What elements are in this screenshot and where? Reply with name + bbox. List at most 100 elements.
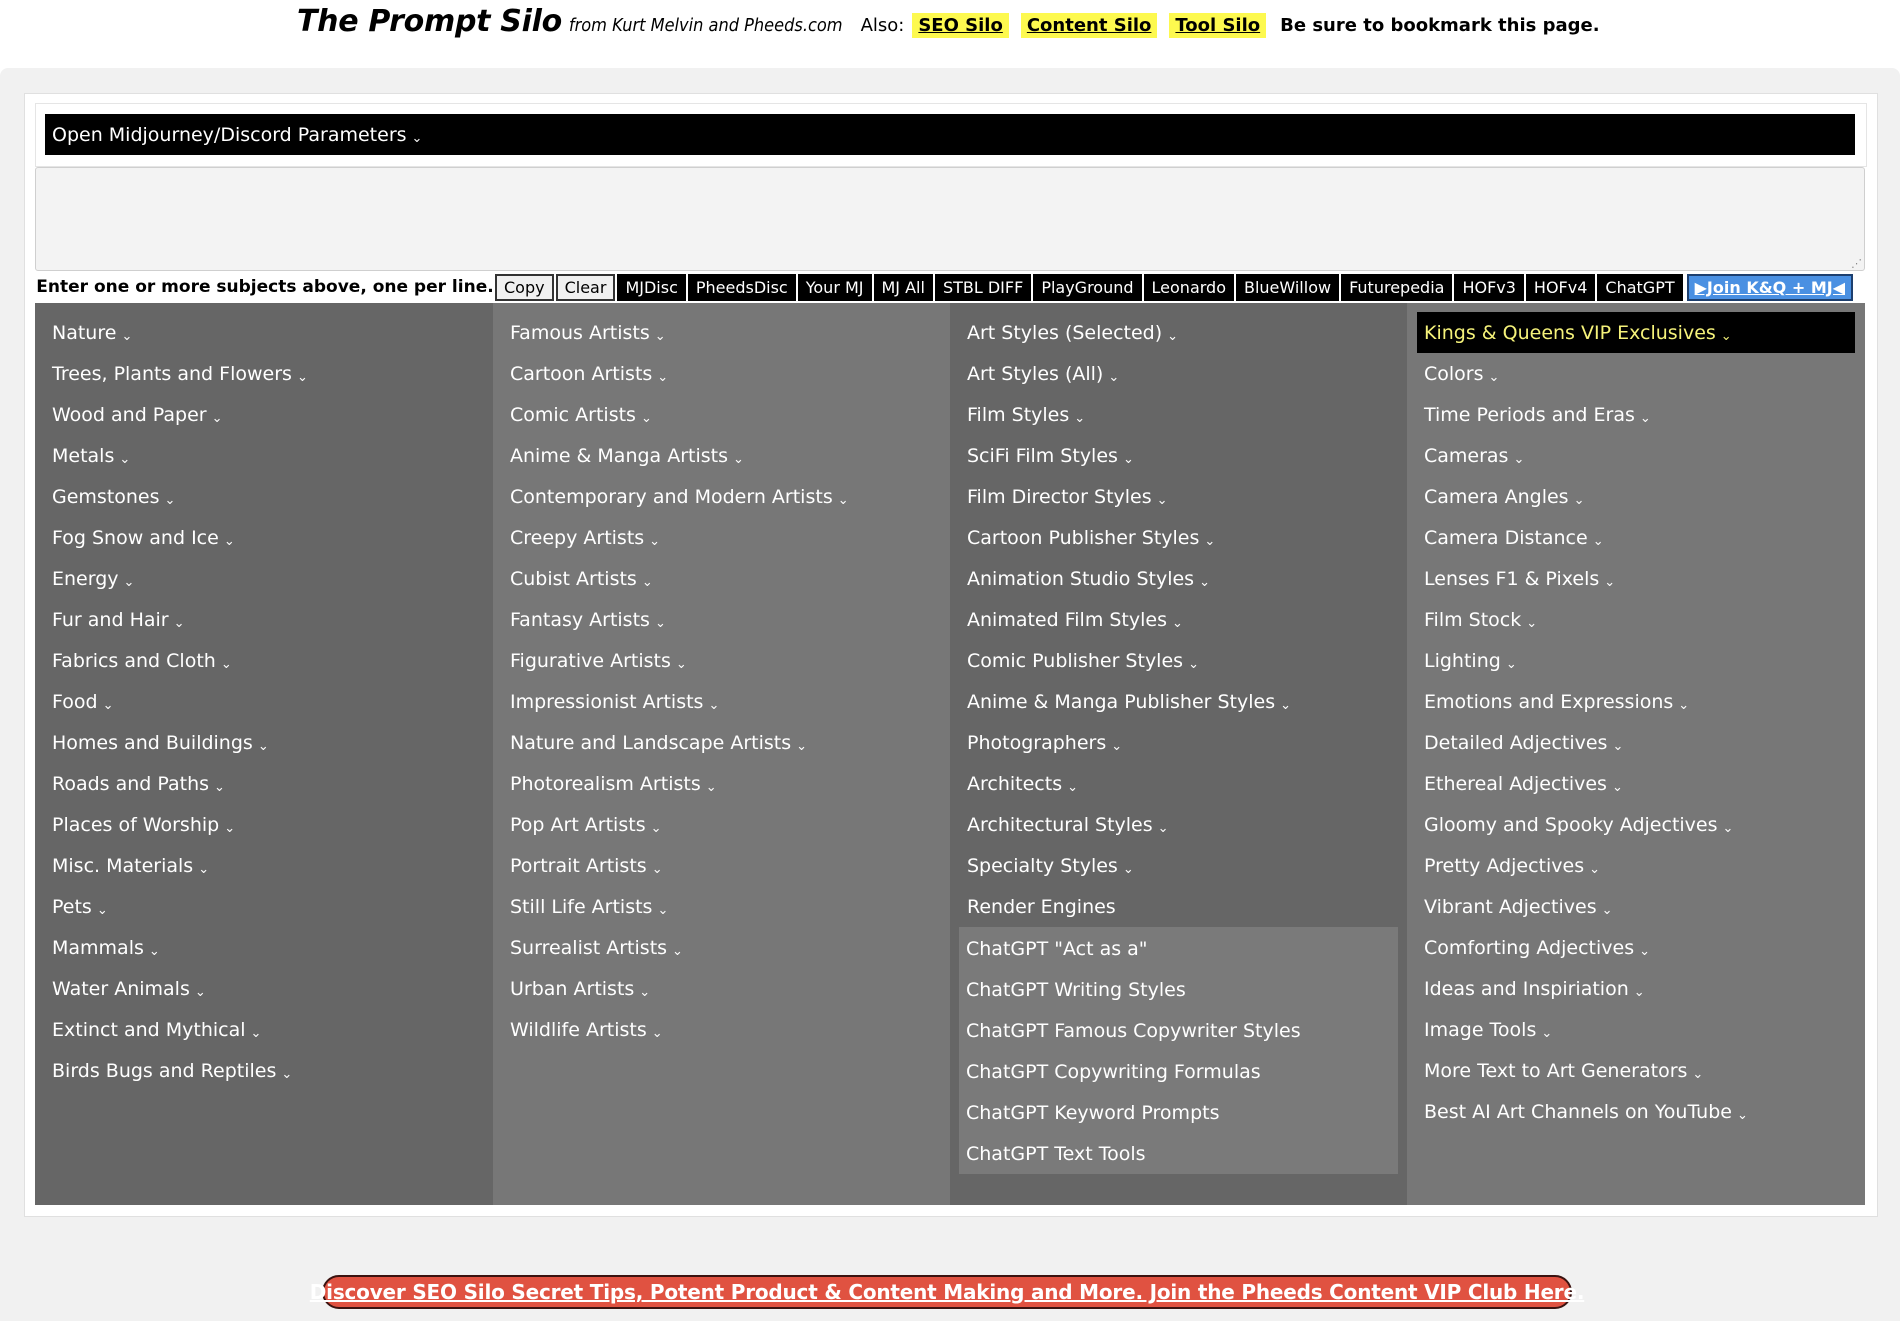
menu-item-creepy-artists[interactable]: Creepy Artists ⌄ <box>493 517 950 558</box>
menu-item-chatgpt-act-as-a[interactable]: ChatGPT "Act as a" <box>959 928 1398 969</box>
menu-item-energy[interactable]: Energy ⌄ <box>35 558 493 599</box>
menu-item-nature[interactable]: Nature ⌄ <box>35 312 493 353</box>
menu-item-cartoon-publisher-styles[interactable]: Cartoon Publisher Styles ⌄ <box>950 517 1407 558</box>
menu-item-wood-and-paper[interactable]: Wood and Paper ⌄ <box>35 394 493 435</box>
link-pheedsdisc[interactable]: PheedsDisc <box>686 272 797 302</box>
menu-item-animated-film-styles[interactable]: Animated Film Styles ⌄ <box>950 599 1407 640</box>
menu-item-chatgpt-text-tools[interactable]: ChatGPT Text Tools <box>959 1133 1398 1174</box>
menu-item-impressionist-artists[interactable]: Impressionist Artists ⌄ <box>493 681 950 722</box>
menu-item-surrealist-artists[interactable]: Surrealist Artists ⌄ <box>493 927 950 968</box>
content-silo-link[interactable]: Content Silo <box>1020 13 1158 38</box>
menu-item-time-periods-and-eras[interactable]: Time Periods and Eras ⌄ <box>1407 394 1865 435</box>
link-bluewillow[interactable]: BlueWillow <box>1234 272 1341 302</box>
menu-item-specialty-styles[interactable]: Specialty Styles ⌄ <box>950 845 1407 886</box>
menu-item-film-director-styles[interactable]: Film Director Styles ⌄ <box>950 476 1407 517</box>
menu-item-best-ai-art-channels-on-youtube[interactable]: Best AI Art Channels on YouTube ⌄ <box>1407 1091 1865 1132</box>
link-hofv4[interactable]: HOFv4 <box>1524 272 1597 302</box>
menu-item-anime-manga-artists[interactable]: Anime & Manga Artists ⌄ <box>493 435 950 476</box>
link-playground[interactable]: PlayGround <box>1032 272 1143 302</box>
menu-item-extinct-and-mythical[interactable]: Extinct and Mythical ⌄ <box>35 1009 493 1050</box>
menu-item-photorealism-artists[interactable]: Photorealism Artists ⌄ <box>493 763 950 804</box>
link-hofv3[interactable]: HOFv3 <box>1453 272 1525 302</box>
menu-item-urban-artists[interactable]: Urban Artists ⌄ <box>493 968 950 1009</box>
menu-item-image-tools[interactable]: Image Tools ⌄ <box>1407 1009 1865 1050</box>
link-chatgpt[interactable]: ChatGPT <box>1596 272 1684 302</box>
link-your-mj[interactable]: Your MJ <box>796 272 873 302</box>
vip-club-promo-banner[interactable]: Discover SEO Silo Secret Tips, Potent Pr… <box>310 1275 1584 1309</box>
menu-item-scifi-film-styles[interactable]: SciFi Film Styles ⌄ <box>950 435 1407 476</box>
menu-item-famous-artists[interactable]: Famous Artists ⌄ <box>493 312 950 353</box>
menu-item-film-styles[interactable]: Film Styles ⌄ <box>950 394 1407 435</box>
menu-item-contemporary-and-modern-artists[interactable]: Contemporary and Modern Artists ⌄ <box>493 476 950 517</box>
menu-item-cartoon-artists[interactable]: Cartoon Artists ⌄ <box>493 353 950 394</box>
menu-item-ethereal-adjectives[interactable]: Ethereal Adjectives ⌄ <box>1407 763 1865 804</box>
menu-item-pop-art-artists[interactable]: Pop Art Artists ⌄ <box>493 804 950 845</box>
menu-item-architects[interactable]: Architects ⌄ <box>950 763 1407 804</box>
menu-item-wildlife-artists[interactable]: Wildlife Artists ⌄ <box>493 1009 950 1050</box>
link-leonardo[interactable]: Leonardo <box>1142 272 1235 302</box>
menu-item-roads-and-paths[interactable]: Roads and Paths ⌄ <box>35 763 493 804</box>
menu-item-render-engines[interactable]: Render Engines <box>950 886 1407 927</box>
menu-item-portrait-artists[interactable]: Portrait Artists ⌄ <box>493 845 950 886</box>
menu-item-chatgpt-keyword-prompts[interactable]: ChatGPT Keyword Prompts <box>959 1092 1398 1133</box>
menu-item-pets[interactable]: Pets ⌄ <box>35 886 493 927</box>
menu-item-chatgpt-writing-styles[interactable]: ChatGPT Writing Styles <box>959 969 1398 1010</box>
link-mj-all[interactable]: MJ All <box>872 272 934 302</box>
link-stbl-diff[interactable]: STBL DIFF <box>933 272 1033 302</box>
menu-item-fur-and-hair[interactable]: Fur and Hair ⌄ <box>35 599 493 640</box>
menu-item-photographers[interactable]: Photographers ⌄ <box>950 722 1407 763</box>
menu-item-trees-plants-and-flowers[interactable]: Trees, Plants and Flowers ⌄ <box>35 353 493 394</box>
menu-item-ideas-and-inspiriation[interactable]: Ideas and Inspiriation ⌄ <box>1407 968 1865 1009</box>
menu-item-animation-studio-styles[interactable]: Animation Studio Styles ⌄ <box>950 558 1407 599</box>
menu-item-camera-angles[interactable]: Camera Angles ⌄ <box>1407 476 1865 517</box>
menu-item-fabrics-and-cloth[interactable]: Fabrics and Cloth ⌄ <box>35 640 493 681</box>
join-kq-mj-button[interactable]: ▶Join K&Q + MJ◀ <box>1686 273 1853 301</box>
menu-item-pretty-adjectives[interactable]: Pretty Adjectives ⌄ <box>1407 845 1865 886</box>
menu-item-birds-bugs-and-reptiles[interactable]: Birds Bugs and Reptiles ⌄ <box>35 1050 493 1091</box>
link-mjdisc[interactable]: MJDisc <box>616 272 687 302</box>
menu-item-comic-artists[interactable]: Comic Artists ⌄ <box>493 394 950 435</box>
menu-item-figurative-artists[interactable]: Figurative Artists ⌄ <box>493 640 950 681</box>
link-futurepedia[interactable]: Futurepedia <box>1340 272 1454 302</box>
menu-item-art-styles-selected[interactable]: Art Styles (Selected) ⌄ <box>950 312 1407 353</box>
menu-item-still-life-artists[interactable]: Still Life Artists ⌄ <box>493 886 950 927</box>
menu-item-art-styles-all[interactable]: Art Styles (All) ⌄ <box>950 353 1407 394</box>
menu-item-fantasy-artists[interactable]: Fantasy Artists ⌄ <box>493 599 950 640</box>
copy-button[interactable]: Copy <box>495 273 554 301</box>
menu-item-architectural-styles[interactable]: Architectural Styles ⌄ <box>950 804 1407 845</box>
menu-item-homes-and-buildings[interactable]: Homes and Buildings ⌄ <box>35 722 493 763</box>
menu-item-places-of-worship[interactable]: Places of Worship ⌄ <box>35 804 493 845</box>
menu-item-camera-distance[interactable]: Camera Distance ⌄ <box>1407 517 1865 558</box>
menu-item-anime-manga-publisher-styles[interactable]: Anime & Manga Publisher Styles ⌄ <box>950 681 1407 722</box>
menu-item-lighting[interactable]: Lighting ⌄ <box>1407 640 1865 681</box>
menu-item-mammals[interactable]: Mammals ⌄ <box>35 927 493 968</box>
tool-silo-link[interactable]: Tool Silo <box>1169 13 1267 38</box>
menu-item-comforting-adjectives[interactable]: Comforting Adjectives ⌄ <box>1407 927 1865 968</box>
menu-item-food[interactable]: Food ⌄ <box>35 681 493 722</box>
menu-item-comic-publisher-styles[interactable]: Comic Publisher Styles ⌄ <box>950 640 1407 681</box>
menu-item-film-stock[interactable]: Film Stock ⌄ <box>1407 599 1865 640</box>
menu-item-lenses-f1-pixels[interactable]: Lenses F1 & Pixels ⌄ <box>1407 558 1865 599</box>
menu-item-more-text-to-art-generators[interactable]: More Text to Art Generators ⌄ <box>1407 1050 1865 1091</box>
menu-item-metals[interactable]: Metals ⌄ <box>35 435 493 476</box>
menu-item-chatgpt-copywriting-formulas[interactable]: ChatGPT Copywriting Formulas <box>959 1051 1398 1092</box>
menu-item-chatgpt-famous-copywriter-styles[interactable]: ChatGPT Famous Copywriter Styles <box>959 1010 1398 1051</box>
menu-item-gemstones[interactable]: Gemstones ⌄ <box>35 476 493 517</box>
menu-item-misc-materials[interactable]: Misc. Materials ⌄ <box>35 845 493 886</box>
menu-item-emotions-and-expressions[interactable]: Emotions and Expressions ⌄ <box>1407 681 1865 722</box>
menu-item-nature-and-landscape-artists[interactable]: Nature and Landscape Artists ⌄ <box>493 722 950 763</box>
resize-handle-icon[interactable]: ⋰ <box>1851 258 1863 270</box>
menu-item-colors[interactable]: Colors ⌄ <box>1407 353 1865 394</box>
menu-item-vibrant-adjectives[interactable]: Vibrant Adjectives ⌄ <box>1407 886 1865 927</box>
menu-item-detailed-adjectives[interactable]: Detailed Adjectives ⌄ <box>1407 722 1865 763</box>
clear-button[interactable]: Clear <box>555 273 616 301</box>
seo-silo-link[interactable]: SEO Silo <box>912 13 1009 38</box>
menu-item-water-animals[interactable]: Water Animals ⌄ <box>35 968 493 1009</box>
menu-item-gloomy-and-spooky-adjectives[interactable]: Gloomy and Spooky Adjectives ⌄ <box>1407 804 1865 845</box>
menu-item-vip-exclusives[interactable]: Kings & Queens VIP Exclusives ⌄ <box>1417 312 1855 353</box>
menu-item-cameras[interactable]: Cameras ⌄ <box>1407 435 1865 476</box>
open-params-toggle[interactable]: Open Midjourney/Discord Parameters ⌄ <box>45 114 1855 155</box>
menu-item-cubist-artists[interactable]: Cubist Artists ⌄ <box>493 558 950 599</box>
subjects-input[interactable] <box>35 167 1865 271</box>
menu-item-fog-snow-and-ice[interactable]: Fog Snow and Ice ⌄ <box>35 517 493 558</box>
